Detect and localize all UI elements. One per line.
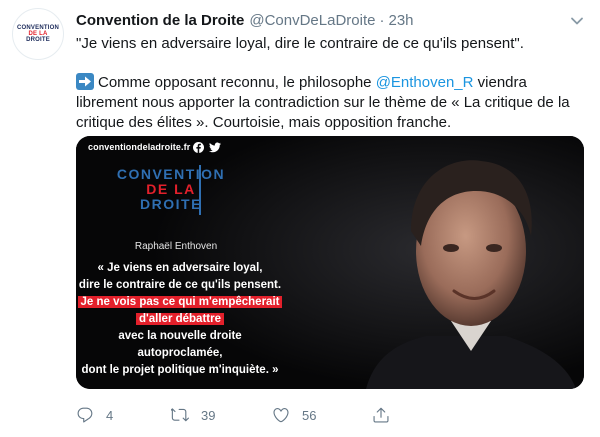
quote-line-highlighted: Je ne vois pas ce qui m'empêcherait — [76, 294, 284, 311]
retweet-icon — [171, 408, 189, 422]
tweet-text: "Je viens en adversaire loyal, dire le c… — [76, 34, 586, 133]
tweet: CONVENTION DE LA DROITE Convention de la… — [0, 0, 600, 437]
convention-logo: CONVENTION DE LA DROITE — [111, 165, 231, 215]
reply-button[interactable]: 4 — [76, 400, 113, 430]
tweet-text-segment: Comme opposant reconnu, le philosophe — [98, 74, 376, 91]
quote-line-highlighted: d'aller débattre — [76, 311, 284, 328]
logo-text-line: CONVENTION — [116, 166, 226, 182]
like-button[interactable]: 56 — [272, 400, 316, 430]
retweet-button[interactable]: 39 — [171, 400, 215, 430]
share-button[interactable] — [372, 400, 402, 430]
reply-icon — [77, 407, 93, 423]
avatar-text-line: DROITE — [26, 37, 50, 43]
tweet-media-image[interactable]: conventiondeladroite.fr CONVENTION DE LA… — [76, 136, 584, 389]
chevron-down-icon[interactable] — [568, 12, 586, 30]
share-icon — [373, 407, 389, 423]
quote-highlight: d'aller débattre — [136, 313, 224, 325]
logo-text-line: DE LA — [146, 181, 196, 197]
quote-line: avec la nouvelle droite autoproclamée, — [118, 330, 242, 359]
tweet-text-paragraph: Comme opposant reconnu, le philosophe @E… — [76, 73, 586, 133]
facebook-icon — [193, 142, 204, 153]
tweet-text-line: "Je viens en adversaire loyal, dire le c… — [76, 35, 524, 52]
tweet-header: Convention de la Droite @ConvDeLaDroite … — [76, 9, 414, 31]
media-site-label: conventiondeladroite.fr — [88, 142, 191, 152]
twitter-icon — [209, 142, 221, 153]
logo-divider — [199, 165, 201, 215]
quote-block: « Je viens en adversaire loyal, dire le … — [76, 260, 284, 379]
account-name[interactable]: Convention de la Droite — [76, 12, 244, 29]
reply-count: 4 — [106, 407, 114, 423]
quote-line: dont le projet politique m'inquiète. » — [81, 364, 279, 376]
logo-text-line: DROITE — [140, 196, 202, 212]
retweet-count: 39 — [201, 407, 216, 423]
speaker-name: Raphaël Enthoven — [134, 241, 218, 252]
mention-link[interactable]: @Enthoven_R — [376, 74, 474, 91]
avatar[interactable]: CONVENTION DE LA DROITE — [12, 8, 64, 60]
quote-line: dire le contraire de ce qu'ils pensent. — [78, 279, 282, 291]
right-arrow-icon — [76, 73, 94, 90]
account-handle[interactable]: @ConvDeLaDroite — [249, 12, 375, 29]
quote-highlight: Je ne vois pas ce qui m'empêcherait — [77, 296, 283, 308]
tweet-actions: 4 39 56 — [76, 400, 406, 430]
quote-line: « Je viens en adversaire loyal, — [97, 262, 263, 274]
separator-dot: · — [379, 11, 385, 29]
like-count: 56 — [302, 407, 317, 423]
heart-icon — [273, 408, 289, 423]
tweet-timestamp[interactable]: 23h — [388, 12, 413, 29]
